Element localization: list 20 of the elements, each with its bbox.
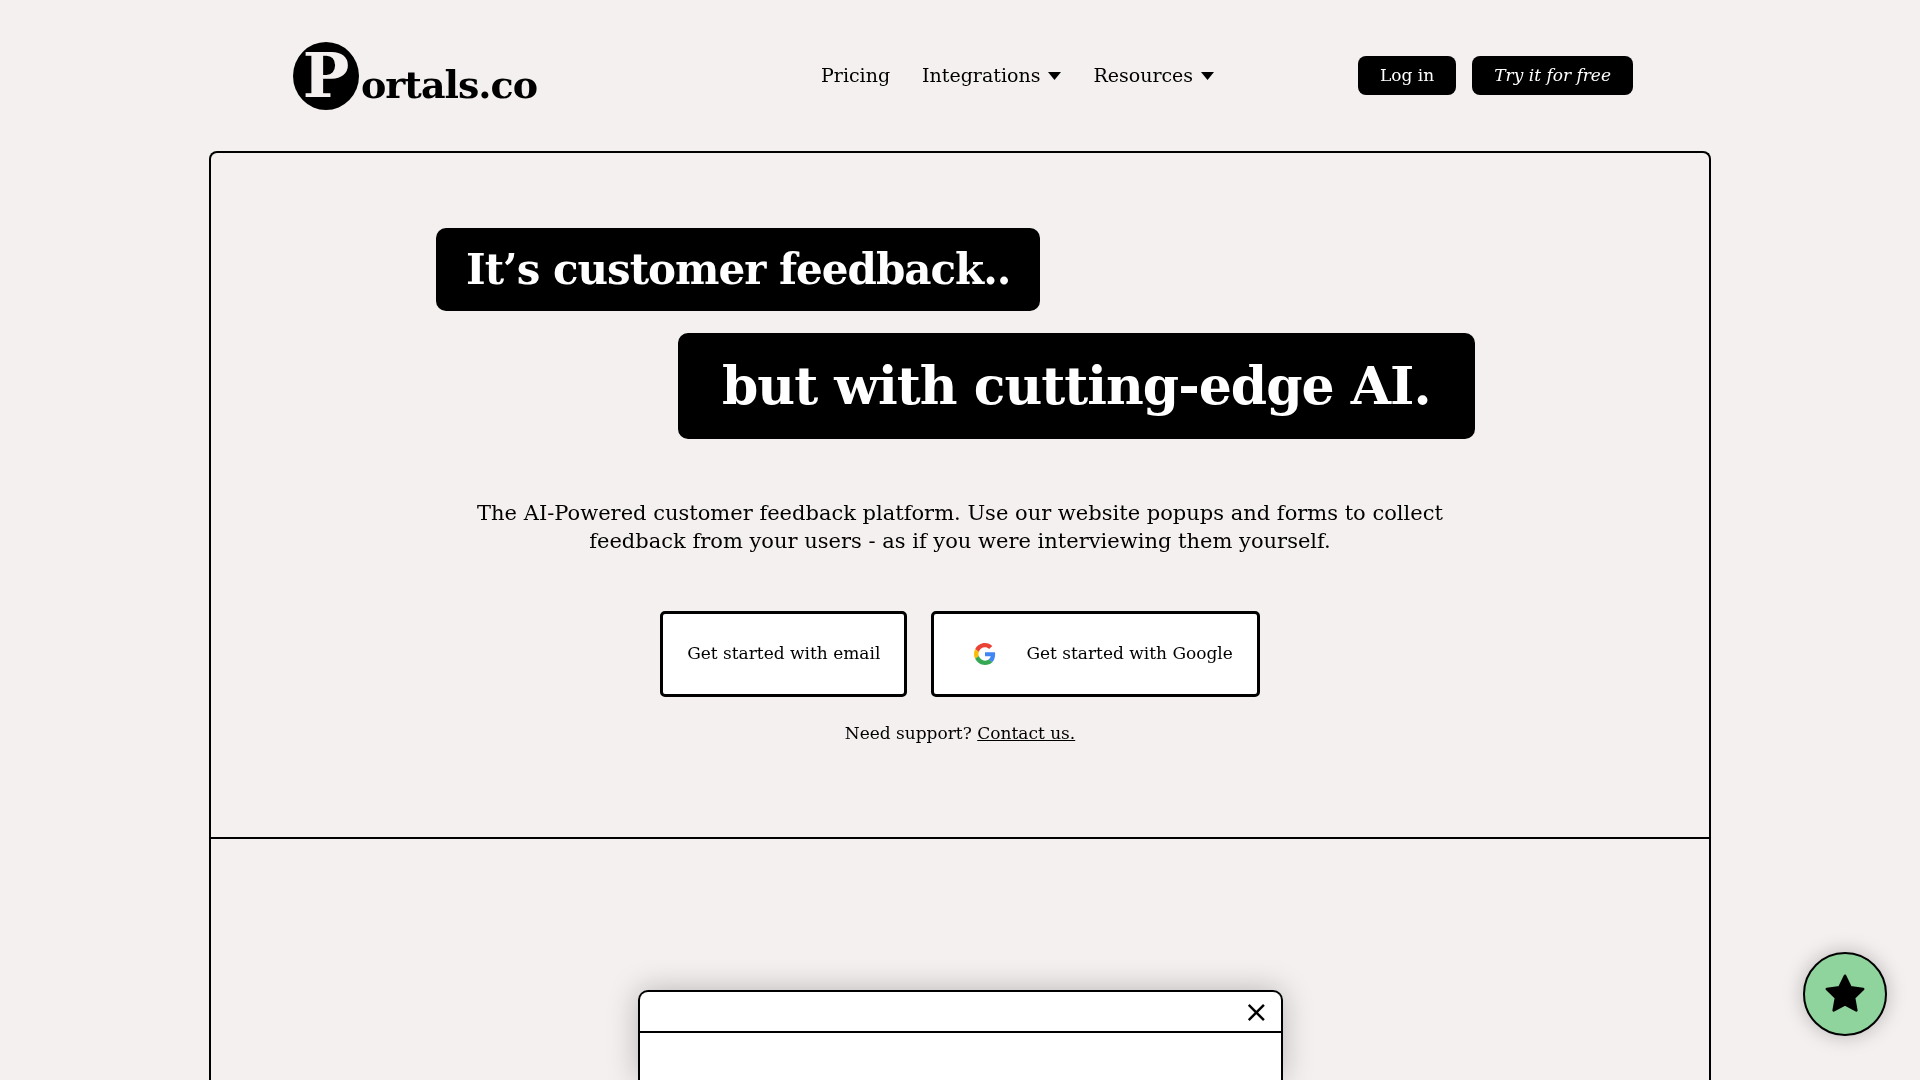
description-text: The AI-Powered customer feedback platform. Use our website popups and forms to collect feedback from your users - as if you were interviewing them yourself. bbox=[476, 500, 1444, 556]
headline: It’s customer feedback.. bbox=[436, 228, 1041, 311]
login-button[interactable]: Log in bbox=[1358, 55, 1457, 96]
signup-button[interactable]: Try it for free bbox=[1472, 55, 1633, 96]
logo-mark: P bbox=[293, 41, 359, 110]
logo-text: ortals.co bbox=[361, 65, 538, 104]
email-signup-button[interactable]: Get started with email bbox=[660, 610, 908, 697]
google-signup-button[interactable]: Get started with Google bbox=[931, 610, 1260, 697]
caret-icon bbox=[1048, 71, 1062, 80]
support-text: Need support? bbox=[844, 722, 972, 743]
nav-link[interactable]: Pricing bbox=[821, 61, 891, 90]
google-icon bbox=[974, 642, 997, 665]
feedback-button[interactable] bbox=[1803, 952, 1887, 1036]
star-icon bbox=[1824, 974, 1866, 1014]
nav-dropdown[interactable]: Integrations bbox=[922, 61, 1062, 90]
headline: but with cutting-edge AI. bbox=[678, 333, 1475, 439]
caret-icon bbox=[1201, 71, 1215, 80]
contact-link[interactable]: Contact us. bbox=[977, 722, 1076, 743]
nav-dropdown[interactable]: Resources bbox=[1093, 61, 1215, 90]
close-button[interactable]: × bbox=[1231, 996, 1281, 1027]
